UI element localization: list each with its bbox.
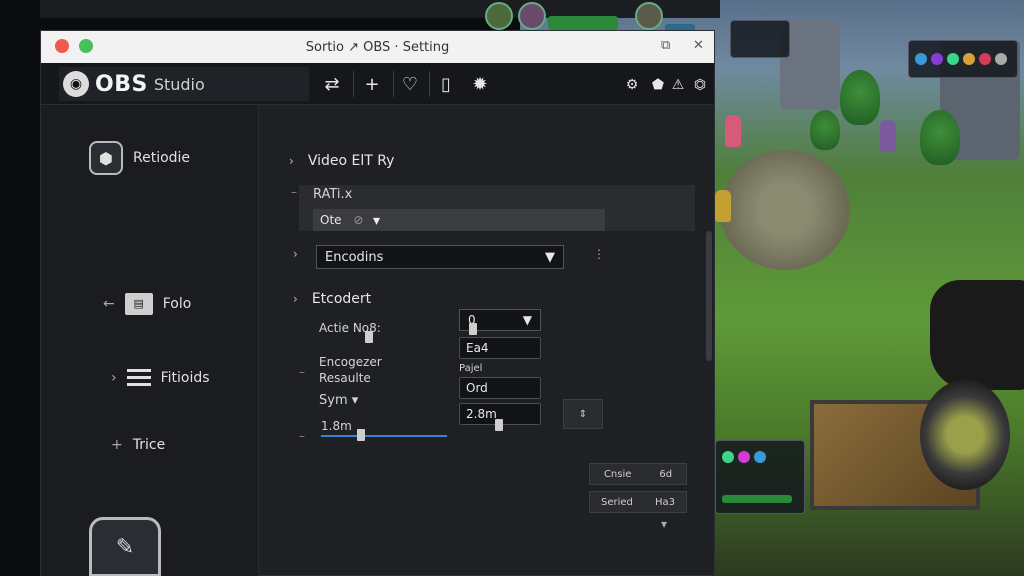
game-character (725, 115, 741, 147)
cancel-button[interactable]: Cnsie 6d (589, 463, 687, 485)
encoding-select[interactable]: Encodins ▼ (316, 245, 564, 269)
avatar (518, 2, 546, 30)
ratio-label: RATi.x (313, 187, 353, 202)
close-icon[interactable]: ✕ (693, 38, 704, 53)
cancel-label: Cnsie (603, 468, 632, 480)
scene-switch-icon[interactable]: ⇄ (319, 72, 345, 98)
divider (353, 71, 354, 97)
gear-icon[interactable]: ⚙ (619, 72, 645, 98)
bitrate-slider-knob[interactable] (495, 419, 503, 431)
avatar (635, 2, 663, 30)
tree (810, 110, 840, 150)
profile-badge-icon[interactable]: ✎ (89, 517, 161, 576)
clear-icon[interactable]: ⊘ (353, 213, 363, 227)
title-bar: Sortio ↗ OBS · Setting ⧉ ✕ (41, 31, 714, 63)
sidebar-item-label: Fitioids (160, 369, 210, 386)
save-label: Seried (601, 496, 633, 508)
cube-icon: ⬢ (89, 141, 123, 175)
chevron-right-icon: › (293, 292, 298, 306)
obs-logo-icon: ◉ (63, 71, 89, 97)
game-tower (920, 380, 1010, 490)
settings-sidebar: ⬢ Retiodie ← ▤ Folo › Fitioids + Trice ✎ (41, 105, 259, 576)
more-icon[interactable]: ⋮ (593, 247, 605, 261)
status-pill (548, 16, 618, 30)
avatar (485, 2, 513, 30)
divider (393, 71, 394, 97)
chevron-right-icon: › (293, 247, 298, 261)
save-button[interactable]: Seried Ha3 (589, 491, 687, 513)
encoder-heading: Etcodert (311, 291, 372, 307)
chat-icon[interactable]: ♡ (397, 72, 423, 98)
plus-icon[interactable]: + (359, 72, 385, 98)
dropdown-arrow-icon: ▾ (351, 393, 359, 408)
resolution-label: Resaulte (319, 371, 371, 385)
save-secondary: Ha3 (654, 496, 675, 508)
sym-dropdown[interactable]: Sym ▾ (319, 393, 358, 408)
slider-value: 1.8m (321, 419, 352, 433)
chevron-right-icon: › (289, 154, 294, 168)
dropdown-arrow-icon: ▼ (545, 249, 555, 265)
logo-obs-text: OBS (95, 71, 148, 97)
game-hud-abilities (908, 40, 1018, 78)
ote-field[interactable]: Ote ⊘ (313, 209, 605, 231)
encoder-section-header[interactable]: › Etcodert (293, 291, 371, 307)
video-section-header[interactable]: › Video ElT Ry (289, 153, 394, 169)
encoding-select-value: Encodins (325, 249, 384, 265)
ord-field[interactable]: Ord (459, 377, 541, 399)
ote-text: Ote (320, 213, 342, 227)
maximize-icon[interactable]: ⧉ (661, 38, 670, 53)
plus-small-icon: + (111, 437, 123, 453)
cursor-icon: ▾ (373, 213, 381, 229)
settings-content: › Video ElT Ry – RATi.x Ote ⊘ ▾ › Encodi… (259, 105, 714, 576)
scrollbar[interactable] (706, 231, 712, 361)
list-icon (126, 369, 151, 386)
encoding-row: › (293, 247, 298, 261)
logo-studio-text: Studio (153, 74, 205, 94)
collapse-dash: – (299, 365, 305, 379)
chevron-right-icon: › (111, 369, 117, 386)
clock-icon[interactable]: ⏣ (687, 72, 713, 98)
spinner-button[interactable]: ⇕ (563, 399, 603, 429)
game-character (715, 190, 731, 222)
arrow-left-icon: ← (103, 296, 115, 312)
sym-label: Sym (319, 393, 348, 408)
divider (429, 71, 430, 97)
cancel-secondary: 6d (659, 468, 673, 480)
collapse-dash: – (291, 185, 297, 199)
rate-label: Pajel (459, 363, 483, 374)
encoder-label: Encogezer (319, 355, 382, 369)
game-shadow (930, 280, 1024, 390)
sidebar-item-label: Retiodie (133, 150, 191, 166)
active-slider-knob[interactable] (365, 331, 373, 343)
settings-gear-icon[interactable]: ✹ (467, 72, 493, 98)
folder-icon: ▤ (124, 293, 153, 315)
sidebar-item-label: Trice (132, 437, 166, 453)
game-hud-inventory (715, 440, 805, 514)
window-title: Sortio ↗ OBS · Setting (305, 39, 450, 55)
chevron-down-icon[interactable]: ▾ (661, 517, 667, 531)
obs-settings-window: Sortio ↗ OBS · Setting ⧉ ✕ ◉ OBS Studio … (40, 30, 715, 576)
sidebar-item-trice[interactable]: + Trice (111, 437, 165, 453)
clipboard-icon[interactable]: ▯ (433, 72, 459, 98)
tree (920, 110, 960, 165)
bitrate-slider-handle[interactable] (357, 429, 365, 441)
stone-path (720, 150, 850, 270)
bitrate-slider[interactable] (321, 435, 447, 437)
tree (840, 70, 880, 125)
video-heading: Video ElT Ry (307, 153, 395, 169)
obs-logo: ◉ OBS Studio (59, 67, 309, 101)
app-toolbar: ◉ OBS Studio ⇄ + ♡ ▯ ✹ ⚙ ⬟ ⚠ ⏣ (41, 63, 714, 105)
game-character (880, 120, 896, 152)
health-bar (722, 495, 792, 503)
dropdown-arrow-icon: ▼ (522, 313, 532, 327)
collapse-dash: – (299, 429, 305, 443)
sidebar-item-folo[interactable]: ← ▤ Folo (103, 293, 191, 315)
game-hud-map (730, 20, 790, 58)
select-slider-knob[interactable] (469, 323, 477, 335)
sidebar-item-label: Folo (162, 296, 192, 312)
top-strip (40, 0, 720, 38)
sidebar-item-retiodie[interactable]: ⬢ Retiodie (89, 141, 190, 175)
ea-field[interactable]: Ea4 (459, 337, 541, 359)
sidebar-item-fitioids[interactable]: › Fitioids (111, 369, 210, 386)
